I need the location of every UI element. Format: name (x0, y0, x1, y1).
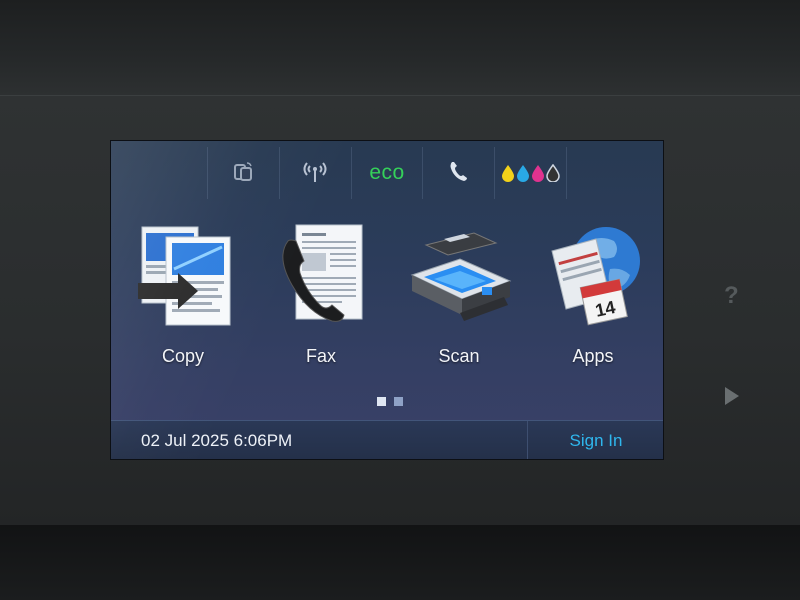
apps-app-button[interactable]: 14 Apps (533, 221, 653, 381)
copy-label: Copy (161, 346, 205, 366)
calendar-day-label: 14 (593, 297, 617, 321)
footer-bar: 02 Jul 2025 6:06PM Sign In (111, 420, 663, 459)
apps-label: Apps (572, 346, 614, 366)
printer-bottom-housing (0, 525, 800, 600)
copy-app-button[interactable]: Copy (123, 221, 243, 381)
ink-levels-button[interactable] (494, 147, 567, 199)
scan-label: Scan (438, 346, 480, 366)
wireless-icon (298, 158, 332, 189)
status-bar: eco (207, 147, 567, 199)
scan-app-button[interactable]: Scan (399, 221, 519, 381)
wireless-direct-icon (230, 158, 256, 189)
fax-status-button[interactable] (422, 147, 494, 199)
sign-in-button[interactable]: Sign In (527, 421, 663, 459)
help-key-icon[interactable]: ? (724, 282, 739, 310)
next-arrow-icon[interactable] (725, 387, 739, 405)
ink-levels-icon (501, 164, 560, 182)
page-indicator (377, 397, 403, 406)
fax-app-button[interactable]: Fax (261, 221, 381, 381)
touchscreen: eco Copy Fax Scan 14 Apps 02 Jul 2025 6:… (110, 140, 664, 460)
printer-top-housing (0, 0, 800, 100)
datetime-label: 02 Jul 2025 6:06PM (141, 431, 293, 450)
page-dot-active[interactable] (377, 397, 386, 406)
eco-icon: eco (369, 161, 405, 184)
wireless-direct-button[interactable] (207, 147, 279, 199)
fax-status-icon (446, 158, 472, 189)
copy-icon (128, 221, 238, 336)
fax-label: Fax (305, 346, 336, 366)
page-dot[interactable] (394, 397, 403, 406)
scan-icon (404, 221, 514, 336)
wireless-button[interactable] (278, 147, 351, 199)
fax-icon (266, 221, 376, 336)
eco-button[interactable]: eco (350, 147, 423, 199)
apps-icon: 14 (538, 221, 648, 336)
